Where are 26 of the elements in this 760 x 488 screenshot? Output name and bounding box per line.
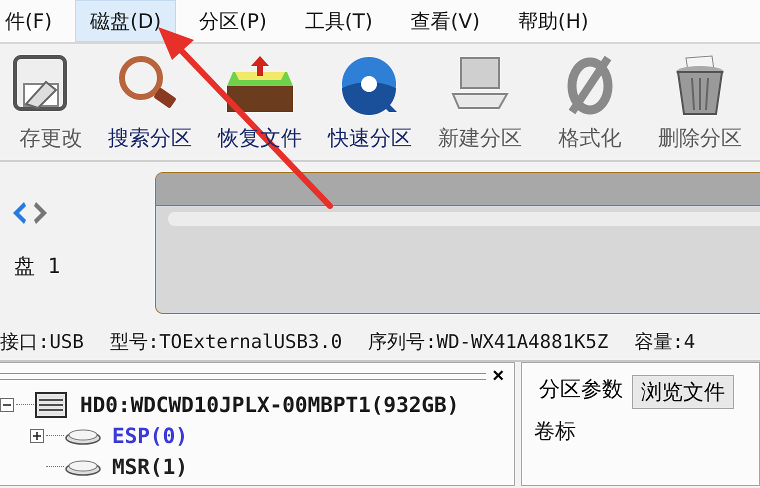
collapse-icon[interactable] bbox=[0, 398, 14, 412]
menu-item[interactable]: 工具(T) bbox=[290, 0, 388, 42]
laptop-icon bbox=[449, 54, 511, 112]
toolbar-button[interactable]: 快速分区 bbox=[315, 50, 425, 160]
hard-drive-icon bbox=[34, 390, 68, 418]
tree-item[interactable]: HD0:WDCWD10JPLX-00MBPT1(932GB) bbox=[80, 392, 460, 416]
floppy-icon bbox=[12, 54, 68, 112]
tree-item[interactable]: ESP(0) bbox=[112, 424, 188, 448]
field-label: 卷标 bbox=[533, 418, 577, 445]
tab[interactable]: 浏览文件 bbox=[632, 375, 734, 409]
disk-info: 序列号:WD-WX41A4881K5Z bbox=[368, 330, 608, 355]
disk-info: 接口:USB bbox=[0, 330, 84, 355]
toolbar-button[interactable]: 搜索分区 bbox=[95, 50, 205, 160]
disk-label: 盘 1 bbox=[14, 253, 62, 280]
menu-item[interactable]: 分区(P) bbox=[184, 0, 282, 42]
forward-arrow-icon[interactable] bbox=[32, 200, 50, 226]
tree-item[interactable]: MSR(1) bbox=[112, 454, 188, 478]
disk-bar[interactable] bbox=[155, 172, 760, 314]
disk-info: 容量:4 bbox=[634, 330, 696, 355]
menu-item[interactable]: 磁盘(D) bbox=[75, 0, 176, 42]
menu-item[interactable]: 件(F) bbox=[0, 0, 68, 42]
menu-item[interactable]: 查看(V) bbox=[396, 0, 495, 42]
expand-icon[interactable] bbox=[30, 428, 44, 442]
menu-item[interactable]: 帮助(H) bbox=[502, 0, 604, 42]
close-button[interactable]: × bbox=[492, 366, 504, 386]
disk-info: 型号:TOExternalUSB3.0 bbox=[110, 330, 342, 355]
